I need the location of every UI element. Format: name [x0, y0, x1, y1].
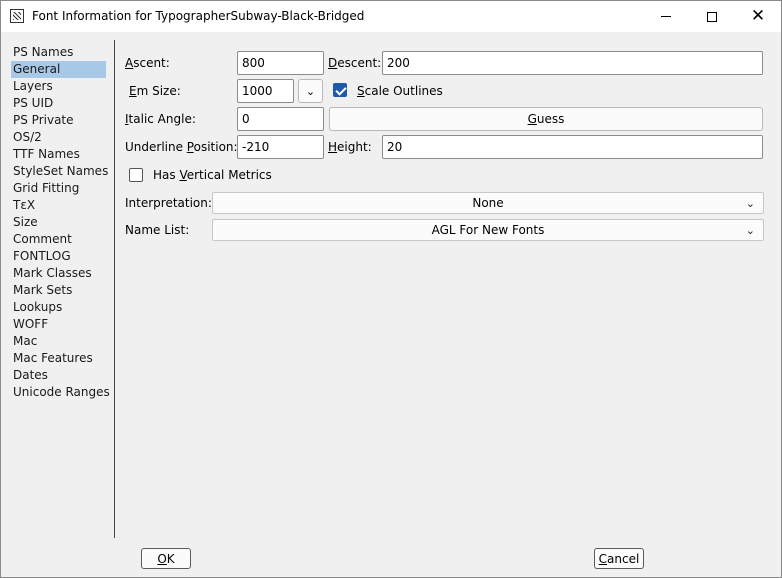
sidebar-item-layers[interactable]: Layers — [11, 78, 111, 95]
sidebar-item-lookups[interactable]: Lookups — [11, 299, 111, 316]
sidebar-item-mac[interactable]: Mac — [11, 333, 111, 350]
descent-input[interactable]: 200 — [382, 51, 763, 75]
sidebar-item-ps-private[interactable]: PS Private — [11, 112, 111, 129]
minimize-icon — [661, 16, 671, 17]
sidebar-item-size[interactable]: Size — [11, 214, 111, 231]
interpretation-label: Interpretation: — [125, 196, 212, 210]
window-title: Font Information for TypographerSubway-B… — [32, 9, 365, 23]
sidebar-item-styleset-names[interactable]: StyleSet Names — [11, 163, 111, 180]
sidebar-item-t-x[interactable]: TεX — [11, 197, 111, 214]
interpretation-value: None — [472, 196, 504, 210]
sidebar-item-ps-uid[interactable]: PS UID — [11, 95, 111, 112]
sidebar-item-mark-sets[interactable]: Mark Sets — [11, 282, 111, 299]
sidebar-item-mark-classes[interactable]: Mark Classes — [11, 265, 111, 282]
name-list-value: AGL For New Fonts — [431, 223, 545, 237]
name-list-label: Name List: — [125, 223, 190, 237]
height-label: Height: — [328, 140, 372, 154]
vertical-metrics-label: Has Vertical Metrics — [153, 168, 272, 182]
close-button[interactable]: ✕ — [735, 1, 781, 32]
descent-label: Descent: — [328, 56, 382, 70]
sidebar-list: PS Names General Layers PS UID PS Private OS/… — [11, 44, 111, 401]
font-info-dialog: Font Information for TypographerSubway-B… — [0, 0, 782, 578]
sidebar-item-comment[interactable]: Comment — [11, 231, 111, 248]
italic-angle-label: Italic Angle: — [125, 112, 196, 126]
maximize-button[interactable] — [689, 1, 735, 32]
ascent-input[interactable]: 800 — [237, 51, 324, 75]
fontforge-app-icon — [10, 9, 24, 23]
ok-button[interactable]: OK — [141, 548, 191, 569]
chevron-down-icon: ⌄ — [745, 224, 755, 237]
sidebar-item-ttf-names[interactable]: TTF Names — [11, 146, 111, 163]
ascent-label: Ascent: — [125, 56, 170, 70]
interpretation-select[interactable]: None ⌄ — [212, 192, 764, 214]
underline-position-label: Underline Position: — [125, 140, 238, 154]
maximize-icon — [707, 11, 717, 22]
minimize-button[interactable] — [643, 1, 689, 32]
sidebar-item-general[interactable]: General — [11, 61, 106, 78]
chevron-down-icon: ⌄ — [305, 84, 316, 98]
close-icon: ✕ — [750, 6, 766, 26]
italic-angle-input[interactable]: 0 — [237, 107, 324, 131]
em-size-dropdown-button[interactable]: ⌄ — [298, 79, 323, 103]
title-bar: Font Information for TypographerSubway-B… — [1, 1, 781, 32]
vertical-metrics-checkbox[interactable] — [129, 168, 143, 182]
chevron-down-icon: ⌄ — [745, 197, 755, 210]
sidebar-item-fontlog[interactable]: FONTLOG — [11, 248, 111, 265]
sidebar-item-os-2[interactable]: OS/2 — [11, 129, 111, 146]
sidebar-item-mac-features[interactable]: Mac Features — [11, 350, 111, 367]
sidebar-item-grid-fitting[interactable]: Grid Fitting — [11, 180, 111, 197]
scale-outlines-label: Scale Outlines — [357, 84, 443, 98]
dialog-content: PS Names General Layers PS UID PS Private OS/… — [1, 32, 781, 577]
sidebar-item-unicode-ranges[interactable]: Unicode Ranges — [11, 384, 111, 401]
sidebar-item-dates[interactable]: Dates — [11, 367, 111, 384]
scale-outlines-checkbox[interactable] — [333, 83, 347, 97]
em-size-label: Em Size: — [129, 84, 181, 98]
sidebar-item-woff[interactable]: WOFF — [11, 316, 111, 333]
guess-button[interactable]: Guess — [329, 107, 763, 131]
underline-position-input[interactable]: -210 — [237, 135, 324, 159]
sidebar-item-ps-names[interactable]: PS Names — [11, 44, 111, 61]
vertical-divider — [114, 40, 115, 538]
name-list-select[interactable]: AGL For New Fonts ⌄ — [212, 219, 764, 241]
cancel-button[interactable]: Cancel — [594, 548, 644, 569]
em-size-input[interactable]: 1000 — [237, 79, 294, 103]
height-input[interactable]: 20 — [382, 135, 763, 159]
